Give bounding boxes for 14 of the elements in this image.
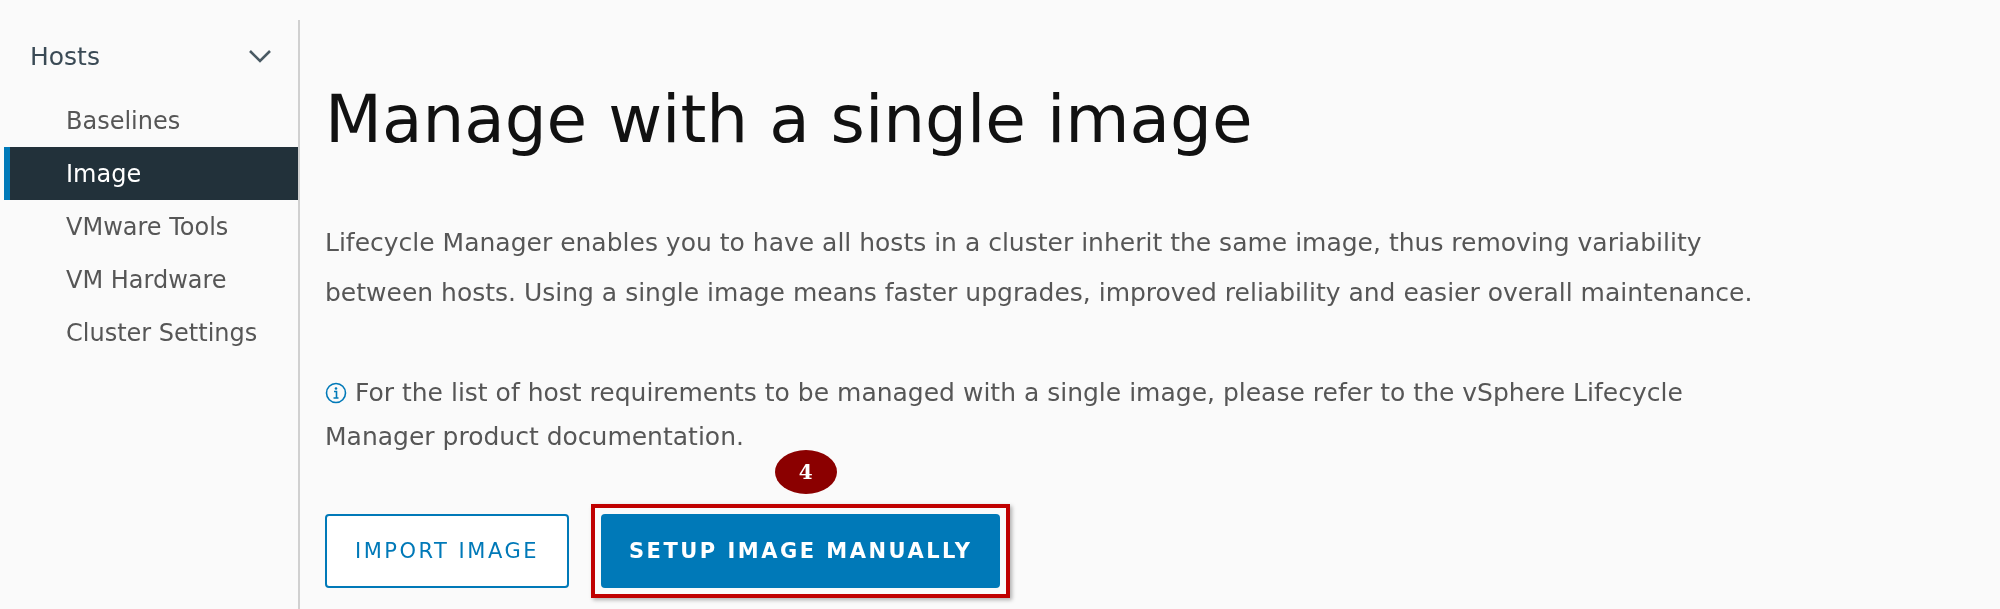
sidebar-group-header[interactable]: Hosts: [0, 20, 298, 92]
sidebar-item[interactable]: VMware Tools: [4, 200, 298, 253]
chevron-icon: [248, 49, 272, 63]
import-button[interactable]: IMPORT IMAGE: [325, 514, 569, 588]
sidebar-item[interactable]: Image: [4, 147, 298, 200]
description-text: Lifecycle Manager enables you to have all hosts in a cluster inherit the same image, thus removing variability between hosts. Using a single image means faster upgrades, improved reliability and easier overall maintenance.: [325, 227, 1754, 309]
sidebar-item[interactable]: Baselines: [4, 94, 298, 147]
setup-button[interactable]: SETUP IMAGE MANUALLY: [600, 514, 1001, 588]
sidebar-item[interactable]: Cluster Settings: [4, 306, 298, 359]
step-badge: 4: [774, 450, 837, 494]
sidebar-item[interactable]: VM Hardware: [4, 253, 298, 306]
info-icon: [325, 382, 347, 404]
info-text: For the list of host requirements to be managed with a single image, please refer to the vSphere Lifecycle Manager product documentation.: [325, 377, 1684, 453]
page-title: Manage with a single image: [325, 80, 1254, 160]
